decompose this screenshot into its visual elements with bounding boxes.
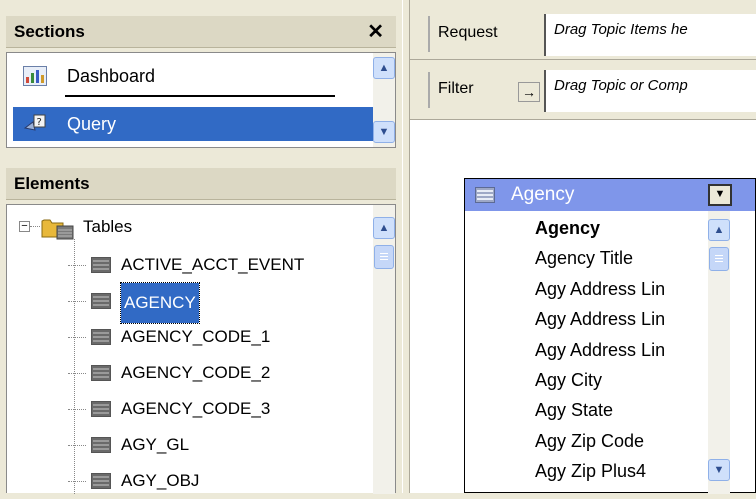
table-label: ACTIVE_ACCT_EVENT: [121, 255, 305, 274]
scroll-thumb[interactable]: [374, 245, 394, 269]
tree-connector: [68, 445, 86, 446]
table-label: AGENCY: [120, 282, 200, 324]
elements-tree: − Tables ACTIVE_ACCT_EVENT AGENCY AGENCY_C…: [6, 204, 396, 494]
section-item-dashboard[interactable]: Dashboard: [13, 59, 373, 93]
tree-connector: [68, 373, 86, 374]
topic-field[interactable]: Agy Address Lin: [535, 304, 665, 334]
dashboard-icon: [23, 66, 47, 86]
scroll-up-icon[interactable]: ▲: [373, 217, 395, 239]
close-icon[interactable]: ✕: [367, 16, 384, 48]
section-item-label: Query: [67, 114, 117, 134]
topic-field[interactable]: Agency: [535, 213, 600, 243]
right-pane: Request Drag Topic Items he Filter → Dra…: [410, 0, 756, 494]
tree-connector: [68, 337, 86, 338]
table-row[interactable]: AGENCY: [7, 282, 367, 324]
table-row[interactable]: ACTIVE_ACCT_EVENT: [7, 247, 367, 283]
scroll-down-icon[interactable]: ▼: [708, 459, 730, 481]
topic-field[interactable]: Agy Zip Code: [535, 426, 644, 456]
topic-field[interactable]: Agency Title: [535, 243, 633, 273]
elements-title: Elements: [14, 174, 90, 193]
topic-field[interactable]: Agy City: [535, 365, 602, 395]
table-label: AGENCY_CODE_2: [121, 363, 271, 382]
topic-field[interactable]: Agy Address Lin: [535, 274, 665, 304]
scroll-down-icon[interactable]: ▼: [373, 121, 395, 143]
pane-splitter[interactable]: [402, 0, 410, 493]
filter-row: Filter → Drag Topic or Comp: [410, 60, 756, 120]
table-label: AGENCY_CODE_1: [121, 327, 271, 346]
svg-text:?: ?: [37, 117, 42, 128]
table-icon: [91, 437, 111, 453]
request-label: Request: [428, 16, 498, 52]
rename-underline: [65, 95, 335, 97]
scroll-up-icon[interactable]: ▲: [708, 219, 730, 241]
filter-label: Filter: [428, 72, 474, 108]
collapse-icon[interactable]: −: [19, 221, 30, 232]
tree-connector: [68, 481, 86, 482]
filter-placeholder: Drag Topic or Comp: [554, 77, 688, 94]
table-label: AGY_GL: [121, 435, 190, 454]
table-icon: [91, 401, 111, 417]
folder-tables-icon: [41, 219, 74, 240]
elements-header: Elements: [6, 168, 396, 200]
table-label: AGY_OBJ: [121, 471, 200, 490]
table-icon: [475, 187, 495, 203]
request-row: Request Drag Topic Items he: [410, 0, 756, 60]
table-icon: [91, 257, 111, 273]
tree-connector: [68, 409, 86, 410]
section-item-query[interactable]: ? Query: [13, 107, 373, 141]
table-icon: [91, 329, 111, 345]
tree-connector: [68, 265, 86, 266]
table-icon: [91, 473, 111, 489]
tree-root-label: Tables: [83, 217, 133, 236]
topic-title-bar[interactable]: Agency ▼: [465, 179, 755, 211]
tree-connector: [30, 226, 40, 227]
table-row[interactable]: AGY_GL: [7, 427, 367, 463]
section-item-label: Dashboard: [67, 66, 156, 86]
table-row[interactable]: AGY_OBJ: [7, 463, 367, 499]
topic-title: Agency: [511, 184, 575, 205]
filter-drop-zone[interactable]: Drag Topic or Comp: [544, 70, 756, 112]
table-row[interactable]: AGENCY_CODE_3: [7, 391, 367, 427]
table-icon: [91, 293, 111, 309]
table-icon: [91, 365, 111, 381]
table-row[interactable]: AGENCY_CODE_2: [7, 355, 367, 391]
tree-connector: [68, 301, 86, 302]
topic-field[interactable]: Agy State: [535, 395, 613, 425]
arrow-right-icon[interactable]: →: [518, 82, 540, 102]
sections-header: Sections ✕: [6, 16, 396, 48]
request-drop-zone[interactable]: Drag Topic Items he: [544, 14, 756, 56]
elements-scrollbar[interactable]: ▲: [373, 205, 395, 494]
topic-scrollbar[interactable]: ▲ ▼: [708, 211, 730, 494]
sections-list: Dashboard ? Query ▲ ▼: [6, 52, 396, 148]
topic-field[interactable]: Agy Zip Plus4: [535, 456, 646, 486]
table-label: AGENCY_CODE_3: [121, 399, 271, 418]
topic-field[interactable]: Agy Address Lin: [535, 335, 665, 365]
scroll-thumb[interactable]: [709, 247, 729, 271]
chevron-down-icon[interactable]: ▼: [708, 184, 732, 206]
table-row[interactable]: AGENCY_CODE_1: [7, 319, 367, 355]
sections-scrollbar[interactable]: ▲ ▼: [373, 53, 395, 147]
topic-agency[interactable]: Agency ▼ Agency Agency Title Agy Address L…: [464, 178, 756, 494]
sections-title: Sections: [14, 22, 85, 41]
request-placeholder: Drag Topic Items he: [554, 21, 688, 38]
scroll-up-icon[interactable]: ▲: [373, 57, 395, 79]
query-icon: ?: [23, 114, 46, 131]
tree-root[interactable]: − Tables: [7, 209, 367, 245]
left-pane: Sections ✕ Dashboard ? Query ▲ ▼ Element…: [0, 0, 402, 494]
